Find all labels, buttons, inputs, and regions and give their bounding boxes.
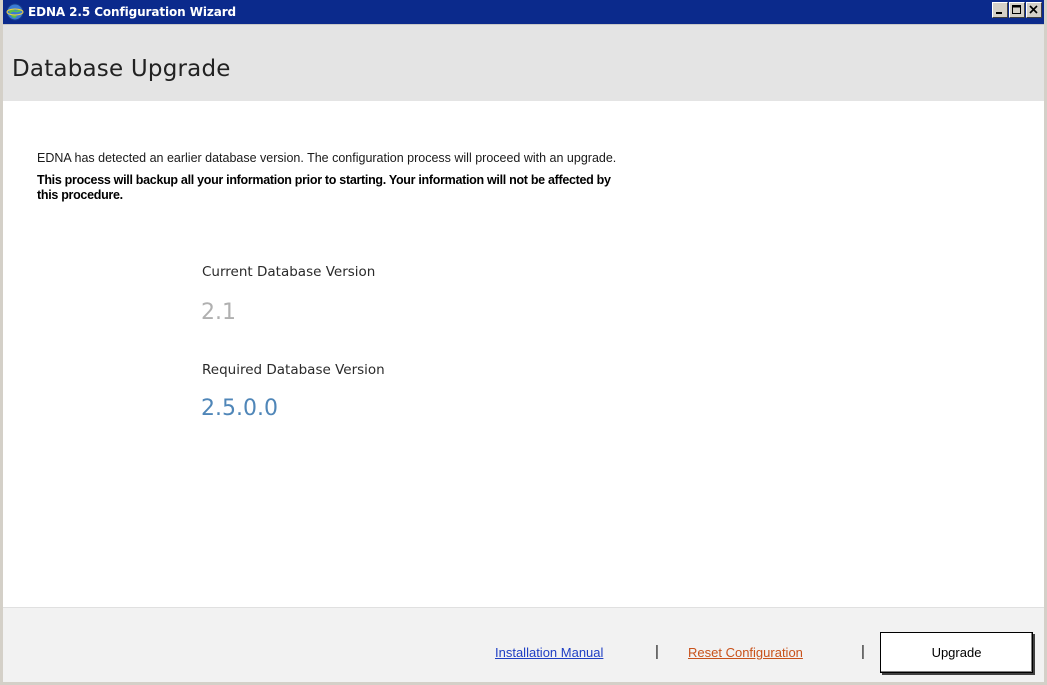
page-title: Database Upgrade bbox=[12, 56, 231, 82]
minimize-button[interactable] bbox=[992, 2, 1008, 18]
current-version-value: 2.1 bbox=[201, 300, 236, 325]
page-header: Database Upgrade bbox=[3, 24, 1044, 101]
minimize-icon bbox=[996, 12, 1002, 14]
close-icon bbox=[1029, 5, 1038, 14]
content-area: EDNA has detected an earlier database ve… bbox=[3, 101, 1044, 607]
backup-warning: This process will backup all your inform… bbox=[37, 173, 611, 202]
maximize-button[interactable] bbox=[1009, 2, 1025, 18]
window-title: EDNA 2.5 Configuration Wizard bbox=[28, 5, 237, 19]
required-version-value: 2.5.0.0 bbox=[201, 396, 278, 421]
upgrade-button[interactable]: Upgrade bbox=[880, 632, 1033, 673]
separator: | bbox=[655, 643, 659, 660]
installation-manual-link[interactable]: Installation Manual bbox=[495, 645, 603, 660]
separator: | bbox=[861, 643, 865, 660]
reset-configuration-link[interactable]: Reset Configuration bbox=[688, 645, 803, 660]
globe-icon bbox=[6, 3, 24, 21]
current-version-label: Current Database Version bbox=[202, 264, 376, 280]
close-button[interactable] bbox=[1026, 2, 1042, 18]
intro-text: EDNA has detected an earlier database ve… bbox=[37, 151, 617, 165]
maximize-icon bbox=[1012, 5, 1021, 14]
required-version-label: Required Database Version bbox=[202, 362, 385, 378]
title-bar[interactable]: EDNA 2.5 Configuration Wizard bbox=[3, 0, 1044, 24]
window-controls bbox=[991, 2, 1042, 18]
wizard-window: EDNA 2.5 Configuration Wizard Database U… bbox=[0, 0, 1047, 685]
footer-bar: Installation Manual | Reset Configuratio… bbox=[3, 607, 1044, 682]
